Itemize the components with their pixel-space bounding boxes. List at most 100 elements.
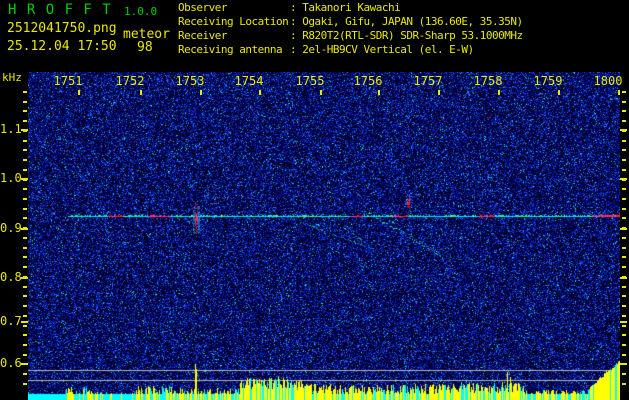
station-info-label: Receiver xyxy=(178,29,227,42)
freq-minor-tick xyxy=(23,295,27,297)
time-tick xyxy=(78,90,80,95)
freq-minor-tick xyxy=(23,188,27,190)
freq-minor-tick xyxy=(23,169,27,171)
freq-minor-tick-right xyxy=(622,256,626,258)
freq-minor-tick-right xyxy=(622,120,626,122)
freq-minor-tick-right xyxy=(622,198,626,200)
freq-major-tick xyxy=(21,129,28,131)
freq-minor-tick xyxy=(23,373,27,375)
freq-major-tick-right xyxy=(620,277,627,279)
freq-minor-tick-right xyxy=(622,383,626,385)
time-tick-label: 1800 xyxy=(593,74,623,88)
station-info-value: : R820T2(RTL-SDR) SDR-Sharp 53.1000MHz xyxy=(290,29,523,42)
freq-minor-tick xyxy=(23,159,27,161)
app-version: 1.0.0 xyxy=(124,5,158,18)
freq-minor-tick-right xyxy=(622,149,626,151)
freq-major-tick xyxy=(21,228,28,230)
time-tick-label: 1756 xyxy=(353,74,383,88)
station-info-value: : 2el-HB9CV Vertical (el. E-W) xyxy=(290,43,474,56)
freq-minor-tick-right xyxy=(622,286,626,288)
station-info-value: : Takanori Kawachi xyxy=(290,1,401,14)
freq-minor-tick xyxy=(23,198,27,200)
freq-minor-tick xyxy=(23,120,27,122)
freq-major-tick-right xyxy=(620,178,627,180)
time-tick xyxy=(320,90,322,95)
freq-tick-label: 0.7 xyxy=(0,314,22,328)
freq-minor-tick xyxy=(23,237,27,239)
time-tick-label: 1757 xyxy=(413,74,443,88)
freq-minor-tick-right xyxy=(622,266,626,268)
station-info-row: Receiver : R820T2(RTL-SDR) SDR-Sharp 53.1… xyxy=(178,29,523,43)
freq-minor-tick-right xyxy=(622,169,626,171)
datetime-label: 25.12.04 17:50 xyxy=(7,39,117,54)
time-tick-label: 1758 xyxy=(473,74,503,88)
freq-minor-tick-right xyxy=(622,295,626,297)
freq-minor-tick xyxy=(23,217,27,219)
freq-minor-tick-right xyxy=(622,334,626,336)
freq-minor-tick xyxy=(23,110,27,112)
time-tick xyxy=(378,90,380,95)
freq-minor-tick-right xyxy=(622,208,626,210)
freq-tick-label: 0.6 xyxy=(0,356,22,370)
freq-minor-tick-right xyxy=(622,101,626,103)
station-info: Observer : Takanori Kawachi Receiving Loca… xyxy=(178,1,523,57)
freq-minor-tick-right xyxy=(622,140,626,142)
freq-minor-tick xyxy=(23,344,27,346)
station-info-label: Observer xyxy=(178,1,227,14)
station-info-label: Receiving Location xyxy=(178,15,289,28)
freq-minor-tick xyxy=(23,149,27,151)
freq-tick-label: 0.9 xyxy=(0,221,22,235)
freq-minor-tick-right xyxy=(622,247,626,249)
app-title: H R O F F T xyxy=(8,2,112,18)
freq-minor-tick-right xyxy=(622,110,626,112)
spectrogram-canvas xyxy=(28,72,620,400)
freq-minor-tick xyxy=(23,101,27,103)
freq-minor-tick xyxy=(23,140,27,142)
freq-major-tick-right xyxy=(620,363,627,365)
time-tick-label: 1754 xyxy=(234,74,264,88)
time-tick-label: 1751 xyxy=(53,74,83,88)
station-info-row: Receiving Location: Ogaki, Gifu, JAPAN (… xyxy=(178,15,523,29)
freq-major-tick xyxy=(21,178,28,180)
freq-minor-tick xyxy=(23,325,27,327)
freq-minor-tick xyxy=(23,315,27,317)
station-info-label: Receiving antenna xyxy=(178,43,283,56)
freq-tick-label: 1.0 xyxy=(0,171,22,185)
freq-axis-unit: kHz xyxy=(2,71,22,84)
freq-major-tick xyxy=(21,321,28,323)
time-tick xyxy=(498,90,500,95)
freq-minor-tick xyxy=(23,266,27,268)
freq-minor-tick-right xyxy=(622,188,626,190)
station-info-row: Observer : Takanori Kawachi xyxy=(178,1,401,15)
freq-minor-tick xyxy=(23,334,27,336)
freq-tick-label: 1.1 xyxy=(0,122,22,136)
time-tick xyxy=(558,90,560,95)
freq-minor-tick-right xyxy=(622,344,626,346)
freq-minor-tick xyxy=(23,247,27,249)
freq-minor-tick-right xyxy=(622,159,626,161)
freq-minor-tick xyxy=(23,354,27,356)
time-tick-label: 1755 xyxy=(295,74,325,88)
time-tick xyxy=(438,90,440,95)
freq-minor-tick-right xyxy=(622,237,626,239)
freq-minor-tick-right xyxy=(622,325,626,327)
time-tick xyxy=(618,90,620,95)
time-tick-label: 1753 xyxy=(175,74,205,88)
freq-minor-tick xyxy=(23,208,27,210)
time-tick xyxy=(200,90,202,95)
freq-major-tick-right xyxy=(620,321,627,323)
freq-minor-tick xyxy=(23,383,27,385)
freq-minor-tick-right xyxy=(622,373,626,375)
freq-tick-label: 0.8 xyxy=(0,270,22,284)
freq-major-tick-right xyxy=(620,228,627,230)
time-tick xyxy=(259,90,261,95)
freq-major-tick xyxy=(21,363,28,365)
freq-minor-tick-right xyxy=(622,315,626,317)
freq-minor-tick xyxy=(23,305,27,307)
time-tick-label: 1752 xyxy=(115,74,145,88)
freq-minor-tick-right xyxy=(622,354,626,356)
freq-major-tick-right xyxy=(620,129,627,131)
freq-minor-tick xyxy=(23,256,27,258)
freq-minor-tick xyxy=(23,91,27,93)
freq-minor-tick-right xyxy=(622,217,626,219)
